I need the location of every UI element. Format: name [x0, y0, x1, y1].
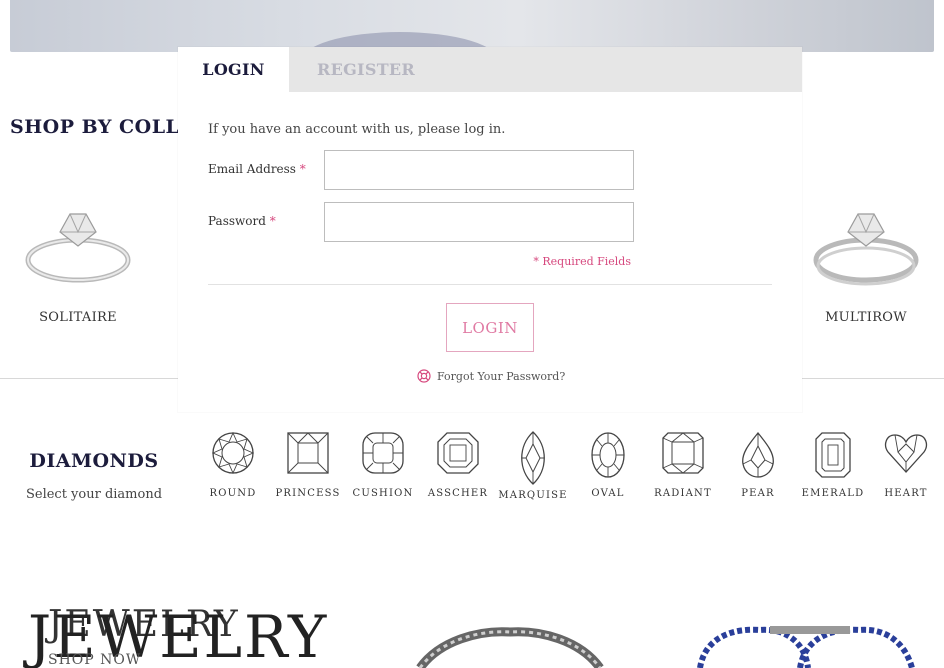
shape-label: OVAL	[591, 488, 625, 499]
multirow-ring-icon	[813, 213, 919, 286]
forgot-password-text: Forgot Your Password?	[437, 369, 566, 383]
shape-princess[interactable]: PRINCESS	[271, 430, 345, 499]
shape-oval[interactable]: OVAL	[571, 430, 645, 499]
tab-register[interactable]: REGISTER	[317, 47, 415, 92]
password-label-text: Password	[208, 214, 266, 228]
required-marker: *	[299, 162, 306, 176]
tab-login[interactable]: LOGIN	[178, 47, 289, 92]
cushion-diamond-icon	[362, 432, 404, 474]
shape-label: HEART	[884, 488, 928, 499]
required-fields-note: * Required Fields	[533, 255, 631, 268]
solitaire-ring-icon	[25, 213, 131, 283]
shape-asscher[interactable]: ASSCHER	[421, 430, 495, 499]
shape-label: ASSCHER	[427, 488, 489, 499]
heart-diamond-icon	[884, 434, 928, 473]
shape-label: ROUND	[209, 488, 257, 499]
email-field[interactable]	[324, 150, 634, 190]
shape-cushion[interactable]: CUSHION	[346, 430, 420, 499]
earrings-image[interactable]	[690, 622, 920, 668]
diamonds-subtitle: Select your diamond	[25, 487, 163, 502]
required-marker: *	[269, 214, 276, 228]
shape-emerald[interactable]: EMERALD	[796, 430, 870, 499]
collection-item-label: MULTIROW	[825, 310, 907, 325]
login-intro: If you have an account with us, please l…	[208, 122, 506, 137]
login-modal: LOGIN REGISTER If you have an account wi…	[178, 47, 802, 412]
modal-divider	[208, 284, 772, 285]
shape-label: PRINCESS	[275, 488, 341, 499]
shape-label: MARQUISE	[498, 490, 568, 501]
modal-tabs: LOGIN REGISTER	[178, 47, 802, 92]
princess-diamond-icon	[287, 432, 329, 474]
shape-pear[interactable]: PEAR	[721, 430, 795, 499]
password-label: Password *	[208, 214, 276, 228]
shape-label: PEAR	[741, 488, 775, 499]
email-label-text: Email Address	[208, 162, 296, 176]
shape-round[interactable]: ROUND	[196, 430, 270, 499]
collection-item-multirow[interactable]: MULTIROW	[796, 200, 936, 325]
emerald-diamond-icon	[815, 432, 851, 478]
shape-label: CUSHION	[352, 488, 414, 499]
password-field[interactable]	[324, 202, 634, 242]
forgot-password-link[interactable]: Forgot Your Password?	[417, 369, 565, 383]
shop-now-link[interactable]: SHOP NOW	[48, 652, 141, 668]
shape-marquise[interactable]: MARQUISE	[496, 430, 570, 501]
pear-diamond-icon	[742, 431, 774, 478]
shape-label: RADIANT	[654, 488, 712, 499]
lifebuoy-icon	[417, 369, 431, 383]
shape-label: EMERALD	[801, 488, 865, 499]
shape-heart[interactable]: HEART	[869, 430, 943, 499]
marquise-diamond-icon	[521, 431, 545, 485]
diamonds-title: DIAMONDS	[29, 450, 159, 472]
asscher-diamond-icon	[437, 432, 479, 474]
radiant-diamond-icon	[662, 432, 704, 474]
collection-item-label: SOLITAIRE	[39, 310, 117, 325]
shape-radiant[interactable]: RADIANT	[646, 430, 720, 499]
collection-item-solitaire[interactable]: SOLITAIRE	[8, 200, 148, 325]
round-diamond-icon	[211, 431, 255, 475]
bracelet-image[interactable]	[410, 620, 610, 668]
email-label: Email Address *	[208, 162, 306, 176]
oval-diamond-icon	[591, 432, 625, 478]
login-button[interactable]: LOGIN	[446, 303, 534, 352]
hero-banner	[10, 0, 934, 52]
